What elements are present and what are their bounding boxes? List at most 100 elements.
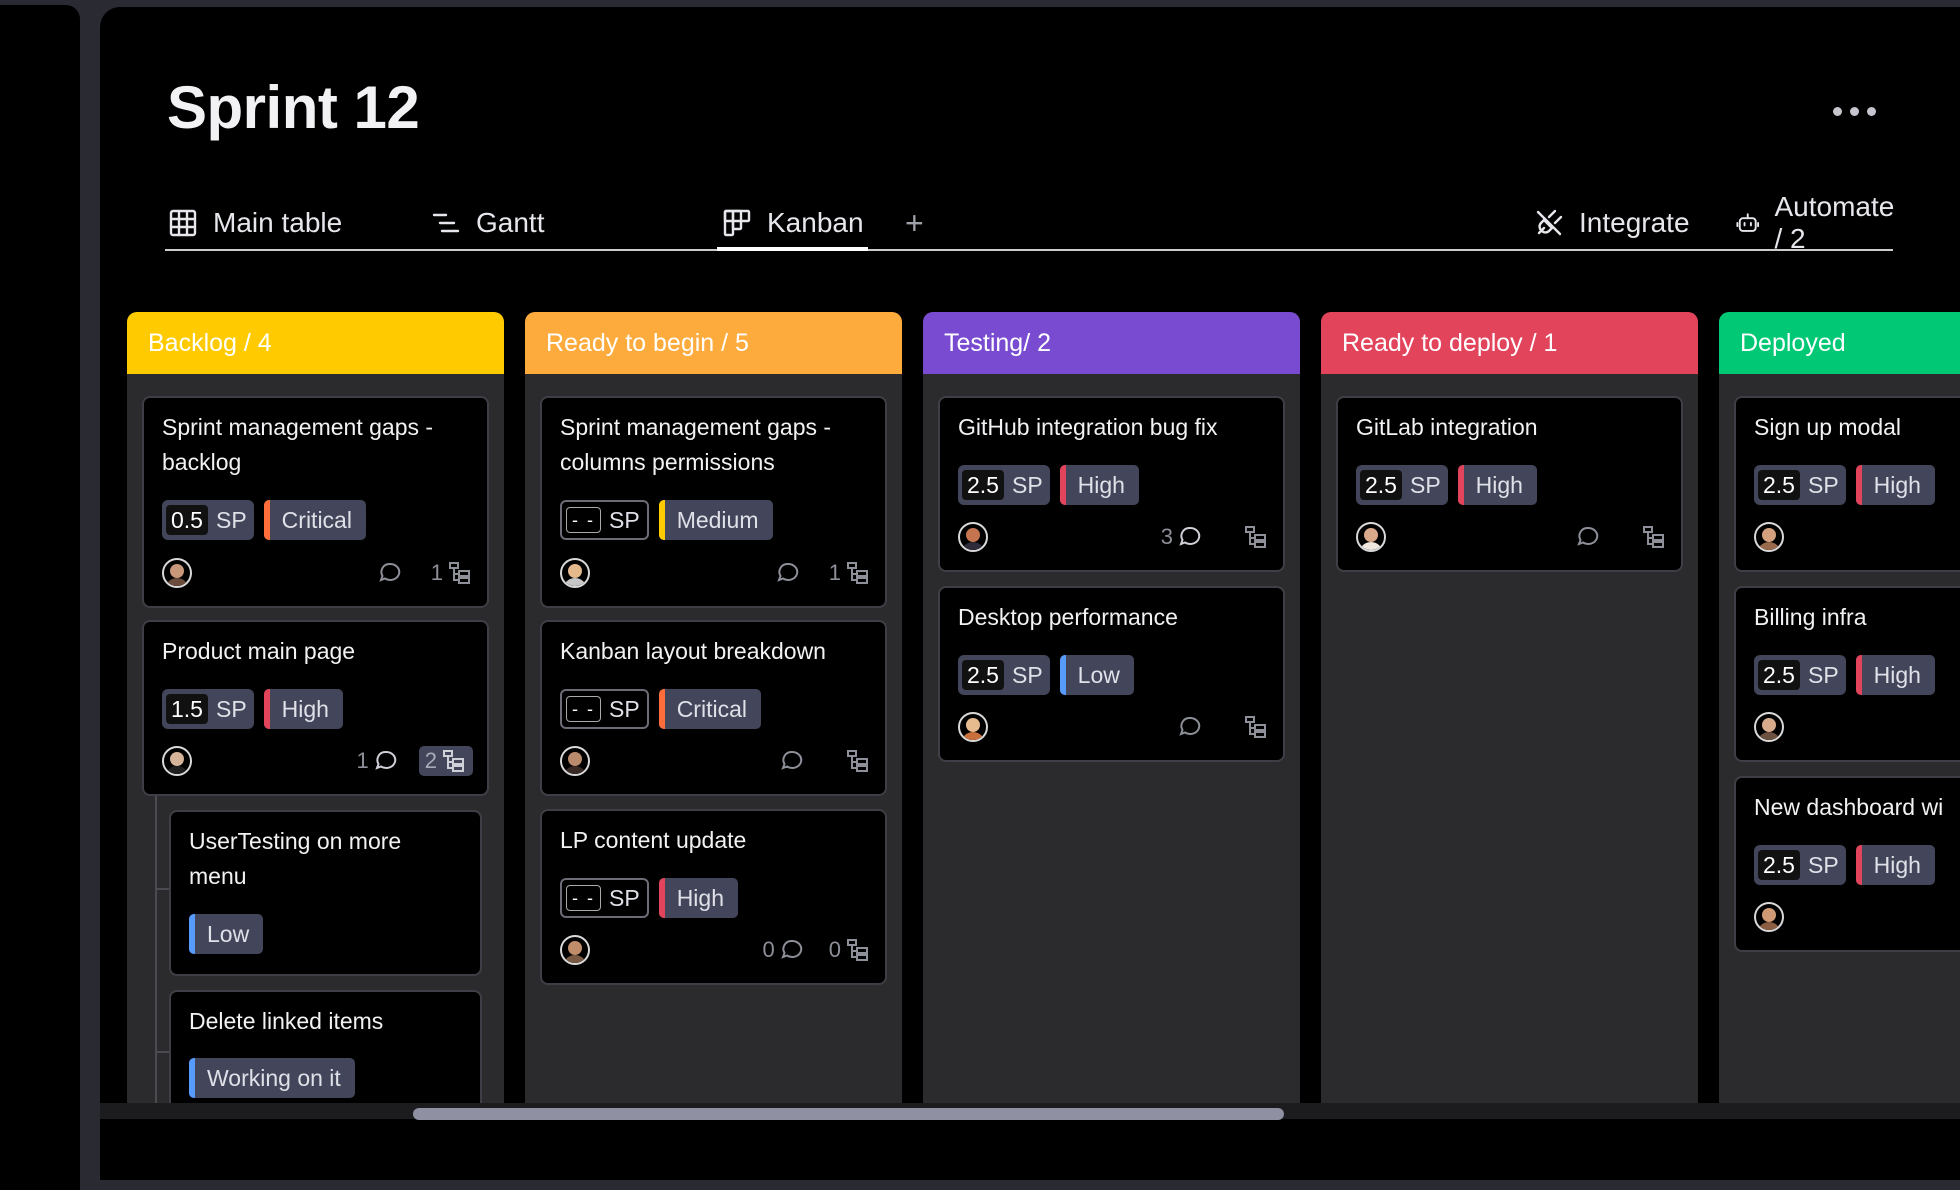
avatar[interactable] (1356, 522, 1386, 552)
kanban-card[interactable]: Desktop performance 2.5 SP Low (938, 586, 1285, 762)
kanban-card[interactable]: Sprint management gaps - columns permissi… (540, 396, 887, 608)
kanban-card[interactable]: Billing infra 2.5SP High 0 (1734, 586, 1960, 762)
comments-count[interactable]: 0 (763, 937, 805, 963)
subitem-card[interactable]: Delete linked items Working on it (169, 990, 482, 1110)
subitems-count[interactable]: 1 (829, 560, 871, 586)
gantt-icon (432, 213, 460, 233)
plug-icon (1536, 209, 1563, 236)
card-title: Billing infra (1754, 600, 1960, 635)
kanban-card[interactable]: Kanban layout breakdown - - SP Critical (540, 620, 887, 796)
comments-count[interactable]: 1 (357, 748, 399, 774)
card-title: LP content update (560, 823, 871, 858)
subitems-count[interactable]: 0 (829, 937, 871, 963)
column-header[interactable]: Deployed (1719, 312, 1960, 374)
priority-badge[interactable]: Critical (263, 500, 366, 540)
subitem-card[interactable]: UserTesting on more menu Low (169, 810, 482, 976)
subitems-count[interactable] (845, 748, 871, 774)
story-points-unit: SP (1807, 851, 1839, 878)
priority-badge[interactable]: High (1059, 465, 1139, 505)
kanban-card[interactable]: GitHub integration bug fix 2.5 SP High 3 (938, 396, 1285, 572)
scrollbar-thumb[interactable] (413, 1108, 1284, 1120)
subitems-icon (847, 750, 868, 772)
story-points[interactable]: - - SP (560, 878, 649, 918)
left-rail (0, 5, 80, 1190)
kanban-card[interactable]: Product main page 1.5 SP High 1 2 (142, 620, 489, 796)
kanban-card[interactable]: LP content update - - SP High 0 0 (540, 809, 887, 985)
priority-badge[interactable]: High (263, 689, 343, 729)
card-title-line: backlog (162, 449, 242, 475)
avatar[interactable] (560, 746, 590, 776)
subitems-count[interactable] (1641, 524, 1667, 550)
comments-count[interactable]: 3 (1161, 524, 1203, 550)
column-header[interactable]: Ready to begin / 5 (525, 312, 902, 374)
story-points[interactable]: 2.5 SP (1754, 465, 1846, 505)
avatar[interactable] (560, 935, 590, 965)
avatar[interactable] (958, 522, 988, 552)
story-points[interactable]: 2.5 SP (1356, 465, 1448, 505)
story-points[interactable]: - - SP (560, 689, 649, 729)
column-header[interactable]: Ready to deploy / 1 (1321, 312, 1698, 374)
status-badge[interactable]: Low (189, 914, 264, 954)
subitems-count[interactable] (1243, 714, 1269, 740)
priority-badge[interactable]: High (1457, 465, 1537, 505)
priority-badge[interactable]: High (1855, 465, 1935, 505)
subitems-count[interactable] (1243, 524, 1269, 550)
column-header[interactable]: Backlog / 4 (127, 312, 504, 374)
integrate-button[interactable]: Integrate (1533, 197, 1690, 249)
story-points-unit: SP (609, 506, 640, 533)
avatar[interactable] (162, 558, 192, 588)
story-points-unit: SP (215, 506, 247, 533)
kanban-card[interactable]: Sprint management gaps - backlog 0.5 SP Cr… (142, 396, 489, 608)
subitems-count[interactable]: 1 (431, 560, 473, 586)
comments-count[interactable] (775, 560, 801, 586)
story-points[interactable]: 1.5 SP (162, 689, 254, 729)
card-title-line: Sprint management gaps - (560, 414, 832, 440)
avatar[interactable] (560, 558, 590, 588)
story-points[interactable]: 2.5 SP (958, 465, 1050, 505)
story-points[interactable]: 2.5 SP (1754, 845, 1846, 885)
subitems-toggle[interactable]: 2 (418, 746, 473, 776)
priority-badge[interactable]: Low (1059, 655, 1134, 695)
comments-count[interactable] (1177, 714, 1203, 740)
story-points-value: 2.5 (962, 660, 1004, 690)
comments-count[interactable] (377, 560, 403, 586)
avatar[interactable] (958, 712, 988, 742)
comments-number: 0 (762, 937, 775, 962)
kanban-card[interactable]: Sign up modal 2.5 SP High (1734, 396, 1960, 572)
robot-icon (1736, 213, 1760, 232)
priority-badge[interactable]: Medium (658, 500, 773, 540)
column-backlog: Backlog / 4 Sprint management gaps - back… (127, 312, 504, 1110)
avatar[interactable] (1754, 902, 1784, 932)
priority-badge[interactable]: High (658, 878, 738, 918)
comment-icon (375, 750, 396, 770)
status-badge[interactable]: Working on it (189, 1058, 355, 1098)
priority-badge[interactable]: Critical (658, 689, 761, 729)
comments-count[interactable] (779, 748, 805, 774)
tab-kanban[interactable]: Kanban (717, 197, 868, 251)
story-points-value: - - (566, 507, 601, 533)
subitem-title-line: UserTesting on more (189, 828, 402, 854)
card-title-line: GitLab integration (1356, 414, 1538, 440)
story-points[interactable]: - - SP (560, 500, 649, 540)
card-title: GitLab integration (1356, 410, 1667, 445)
priority-badge[interactable]: High (1855, 655, 1935, 695)
column-header[interactable]: Testing/ 2 (923, 312, 1300, 374)
avatar[interactable] (1754, 712, 1784, 742)
comments-count[interactable] (1575, 524, 1601, 550)
automate-button[interactable]: Automate / 2 (1735, 191, 1901, 254)
tab-gantt[interactable]: Gantt (430, 197, 544, 249)
story-points-unit: SP (215, 695, 247, 722)
subitems-number: 0 (828, 937, 841, 962)
more-options-button[interactable] (1833, 107, 1876, 116)
kanban-card[interactable]: New dashboard wi 2.5SP High 0 (1734, 776, 1960, 952)
story-points[interactable]: 0.5 SP (162, 500, 254, 540)
avatar[interactable] (162, 746, 192, 776)
add-view-button[interactable]: + (905, 205, 924, 242)
comments-number: 1 (356, 748, 369, 773)
kanban-card[interactable]: GitLab integration 2.5 SP High (1336, 396, 1683, 572)
story-points[interactable]: 2.5 SP (958, 655, 1050, 695)
tab-main-table[interactable]: Main table (167, 197, 342, 249)
priority-badge[interactable]: High (1855, 845, 1935, 885)
avatar[interactable] (1754, 522, 1784, 552)
story-points[interactable]: 2.5 SP (1754, 655, 1846, 695)
